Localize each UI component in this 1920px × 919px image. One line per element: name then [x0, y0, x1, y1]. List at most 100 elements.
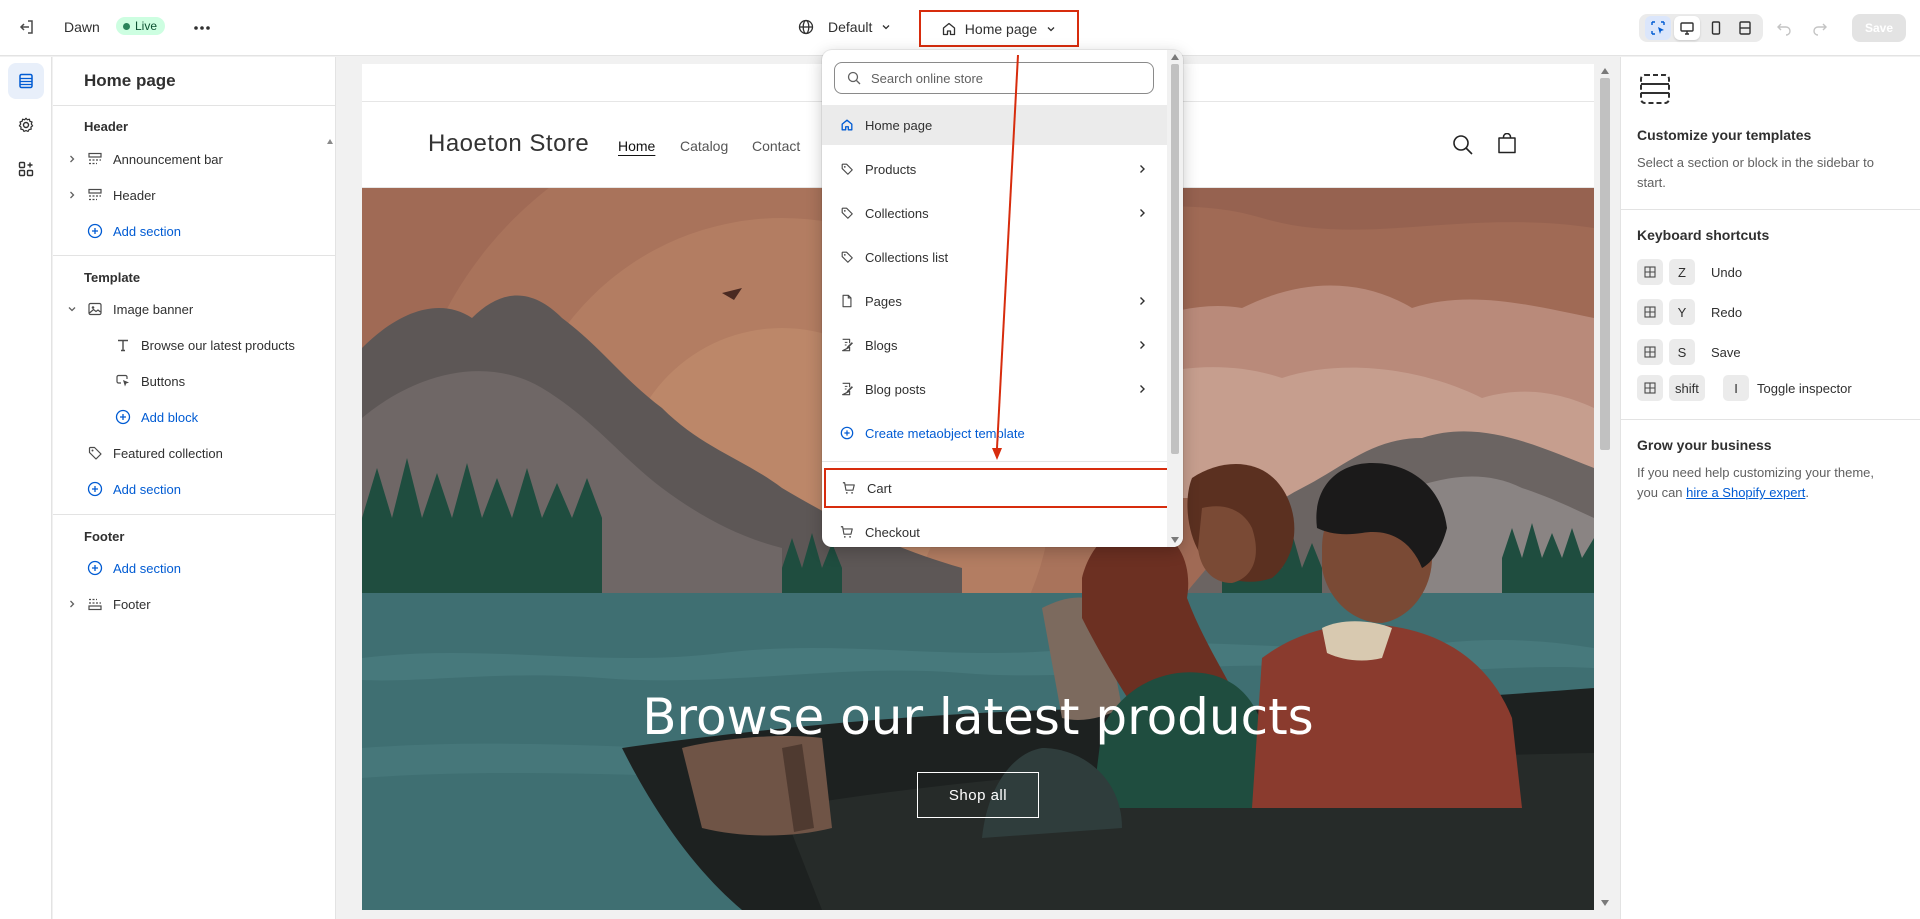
mobile-view-button[interactable] [1703, 16, 1729, 40]
announcement-bar-icon [88, 152, 102, 165]
dropdown-scrollbar[interactable] [1167, 50, 1183, 547]
sidebar-item-label: Buttons [141, 373, 186, 389]
sidebar-scrollbar[interactable] [325, 87, 335, 919]
dropdown-item-home-page[interactable]: Home page [822, 105, 1167, 145]
hire-expert-link[interactable]: hire a Shopify expert [1686, 485, 1805, 500]
header-group-heading: Header [84, 119, 129, 134]
dropdown-item-label: Pages [865, 293, 902, 309]
sidebar-item-image-banner[interactable]: Image banner [53, 295, 335, 323]
shortcut-key: S [1669, 339, 1695, 365]
chevron-right-icon[interactable] [67, 599, 77, 609]
divider [53, 255, 335, 256]
dropdown-item-products[interactable]: Products [822, 149, 1167, 189]
dropdown-item-collections[interactable]: Collections [822, 193, 1167, 233]
template-group-heading: Template [84, 270, 141, 285]
sidebar-item-footer[interactable]: Footer [53, 590, 335, 618]
sections-rail-button[interactable] [8, 63, 44, 99]
save-button[interactable]: Save [1852, 14, 1906, 42]
plus-circle-icon [87, 481, 103, 497]
chevron-right-icon[interactable] [67, 190, 77, 200]
page-icon [842, 294, 852, 308]
nav-link-contact[interactable]: Contact [752, 138, 800, 154]
header-section-icon [88, 188, 102, 201]
nav-link-catalog[interactable]: Catalog [680, 138, 728, 154]
dropdown-item-create-metaobject-template[interactable]: Create metaobject template [822, 413, 1167, 453]
chevron-down-icon [882, 25, 890, 30]
dropdown-item-label: Blogs [865, 337, 898, 353]
nav-link-home[interactable]: Home [618, 138, 655, 154]
fullscreen-view-button[interactable] [1732, 16, 1758, 40]
sidebar-block-heading[interactable]: Browse our latest products [53, 331, 335, 359]
top-bar: Dawn Live Default Home page Save [0, 0, 1920, 56]
dropdown-item-cart[interactable]: Cart [824, 468, 1179, 508]
sidebar-item-featured-collection[interactable]: Featured collection [53, 439, 335, 467]
dropdown-item-blogs[interactable]: Blogs [822, 325, 1167, 365]
chevron-down-icon[interactable] [67, 304, 77, 314]
page-selector-button[interactable]: Home page [919, 10, 1079, 47]
chevron-right-icon [1140, 297, 1145, 305]
add-section-label: Add section [113, 223, 181, 239]
theme-selector-label: Default [828, 19, 873, 35]
dropdown-item-blog-posts[interactable]: Blog posts [822, 369, 1167, 409]
fullscreen-icon [1738, 21, 1751, 35]
undo-icon[interactable] [1776, 20, 1792, 36]
sidebar-item-label: Announcement bar [113, 151, 223, 167]
search-icon[interactable] [1452, 134, 1474, 156]
blog-icon [842, 338, 853, 352]
chevron-down-icon [1047, 26, 1055, 31]
dropdown-item-label: Home page [865, 117, 933, 133]
command-key-icon [1637, 375, 1663, 401]
store-name[interactable]: Haoeton Store [428, 130, 589, 158]
dropdown-item-checkout[interactable]: Checkout [822, 512, 1167, 547]
redo-icon[interactable] [1812, 20, 1828, 36]
chevron-right-icon[interactable] [67, 154, 77, 164]
desktop-view-button[interactable] [1673, 16, 1700, 40]
dropdown-item-label: Blog posts [865, 381, 926, 397]
apps-rail-button[interactable] [8, 151, 44, 187]
theme-selector[interactable]: Default [798, 19, 892, 35]
blog-icon [842, 382, 853, 396]
sections-icon [19, 73, 33, 89]
select-cursor-icon [1650, 21, 1665, 35]
plus-circle-icon [840, 426, 854, 440]
cart-icon[interactable] [1496, 133, 1518, 155]
grow-text-after: . [1805, 485, 1810, 500]
add-section-footer-button[interactable]: Add section [53, 554, 335, 582]
left-rail [0, 57, 52, 919]
divider [53, 514, 335, 515]
chevron-right-icon [1140, 341, 1145, 349]
add-section-template-button[interactable]: Add section [53, 475, 335, 503]
search-online-store-input[interactable]: Search online store [834, 62, 1154, 94]
sidebar-item-header[interactable]: Header [53, 181, 335, 209]
plus-circle-icon [87, 560, 103, 576]
shortcut-label-undo: Undo [1711, 265, 1743, 280]
desktop-icon [1679, 22, 1694, 35]
button-icon [116, 374, 129, 387]
banner-title[interactable]: Browse our latest products [362, 688, 1594, 746]
templates-icon [1640, 74, 1670, 104]
shortcut-label-redo: Redo [1711, 305, 1743, 320]
exit-icon[interactable] [18, 18, 36, 36]
shortcut-label-toggle-inspector: Toggle inspector [1757, 381, 1852, 396]
chevron-right-icon [1140, 385, 1145, 393]
sidebar-item-label: Image banner [113, 301, 194, 317]
sidebar-block-buttons[interactable]: Buttons [53, 367, 335, 395]
dropdown-item-label: Checkout [865, 524, 920, 540]
cart-icon [842, 482, 855, 494]
shortcut-key: Z [1669, 259, 1695, 285]
live-dot-icon [123, 22, 130, 30]
preview-scrollbar[interactable] [1596, 64, 1614, 910]
view-toolbar [1639, 14, 1763, 42]
customize-heading: Customize your templates [1637, 127, 1812, 143]
settings-rail-button[interactable] [8, 107, 44, 143]
mobile-icon [1711, 21, 1720, 35]
inspector-toggle-button[interactable] [1644, 16, 1671, 40]
dropdown-item-collections-list[interactable]: Collections list [822, 237, 1167, 277]
add-section-header-button[interactable]: Add section [53, 217, 335, 245]
add-block-button[interactable]: Add block [53, 403, 335, 431]
dropdown-item-pages[interactable]: Pages [822, 281, 1167, 321]
more-actions-icon[interactable] [192, 20, 212, 36]
sidebar-item-announcement-bar[interactable]: Announcement bar [53, 145, 335, 173]
shop-all-button[interactable]: Shop all [917, 772, 1039, 818]
sidebar-title: Home page [84, 71, 176, 90]
